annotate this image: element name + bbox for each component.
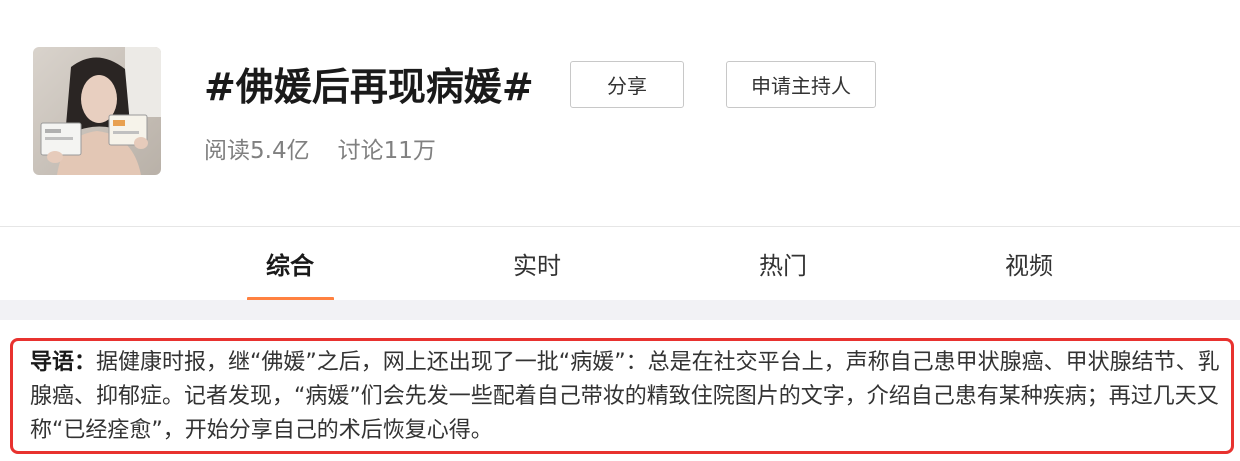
tab-bar: 综合 实时 热门 视频 — [0, 227, 1240, 299]
topic-avatar-image — [33, 47, 161, 175]
tab-hot[interactable]: 热门 — [713, 227, 853, 299]
apply-host-button[interactable]: 申请主持人 — [726, 61, 876, 108]
intro-body: 据健康时报，继“佛媛”之后，网上还出现了一批“病媛”：总是在社交平台上，声称自己… — [30, 350, 1220, 443]
tab-realtime[interactable]: 实时 — [467, 227, 607, 299]
read-count: 阅读5.4亿 — [204, 138, 310, 164]
topic-avatar[interactable] — [33, 47, 161, 175]
section-separator — [0, 300, 1240, 320]
intro-paragraph: 导语：据健康时报，继“佛媛”之后，网上还出现了一批“病媛”：总是在社交平台上，声… — [30, 346, 1232, 448]
topic-title: #佛媛后再现病媛# — [204, 65, 534, 109]
topic-header: #佛媛后再现病媛# 分享 申请主持人 阅读5.4亿 讨论11万 — [0, 0, 1240, 226]
intro-label: 导语： — [30, 350, 97, 375]
share-button[interactable]: 分享 — [570, 61, 684, 108]
tab-video[interactable]: 视频 — [959, 227, 1099, 299]
topic-stats: 阅读5.4亿 讨论11万 — [204, 130, 436, 166]
tab-comprehensive[interactable]: 综合 — [220, 227, 360, 299]
discussion-count: 讨论11万 — [337, 138, 436, 164]
